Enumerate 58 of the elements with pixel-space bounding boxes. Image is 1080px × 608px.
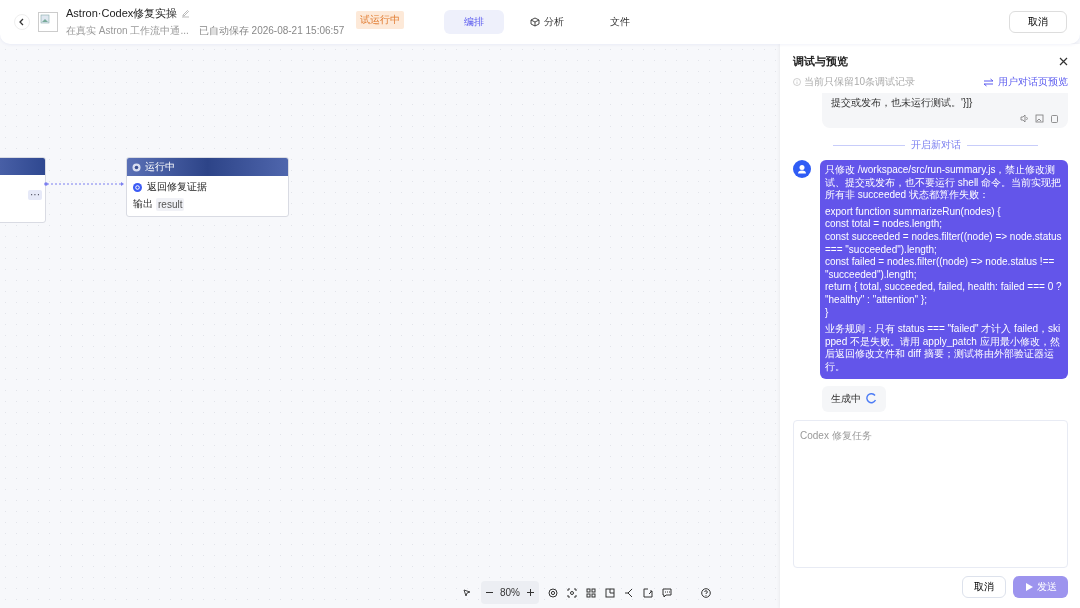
branch-icon[interactable] bbox=[624, 587, 634, 598]
output-tag: result bbox=[156, 197, 185, 211]
speaker-icon[interactable] bbox=[1020, 114, 1029, 123]
zoom-level: 80% bbox=[500, 587, 520, 598]
code-line: export function summarizeRun(nodes) { bbox=[825, 205, 1002, 219]
close-icon[interactable] bbox=[1059, 57, 1068, 66]
workflow-description: 在真实 Astron 工作流中通... bbox=[66, 24, 189, 38]
pointer-icon[interactable] bbox=[462, 587, 472, 598]
cube-icon bbox=[530, 17, 540, 27]
node-title: 返回修复证据 bbox=[147, 180, 207, 194]
code-line: const succeeded = nodes.filter((node) => node.status === "succeeded").length; bbox=[825, 230, 1063, 257]
back-button[interactable] bbox=[14, 14, 30, 30]
run-status-badge: 试运行中 bbox=[356, 11, 405, 29]
message-text: 只修改 /workspace/src/run-summary.js，禁止修改测试、提交或发布，也不要运行 shell 命令。当前实现把所有非 succeeded 状态都算作失败： bbox=[825, 164, 1063, 202]
target-icon[interactable] bbox=[548, 587, 558, 598]
code-line: return { total, succeeded, failed, health: failed === 0 ? "healthy" : "attention" }; bbox=[825, 281, 1063, 307]
message-text: 业务规则：只有 status === "failed" 才计入 failed，skipped 不是失败。请用 apply_patch 应用最小修改，然后返回修改文件和 diff 摘要；测试将由外部验证器运行。 bbox=[825, 323, 1062, 374]
workflow-node[interactable]: ··· bbox=[0, 157, 46, 223]
cancel-button[interactable]: 取消 bbox=[962, 576, 1006, 598]
output-label: 输出 bbox=[133, 197, 153, 211]
preview-link[interactable]: 用户对话页预览 bbox=[983, 75, 1068, 89]
tab[interactable]: 文件 bbox=[590, 10, 650, 34]
broken-image-icon bbox=[38, 12, 58, 32]
message-input[interactable]: Codex 修复任务 bbox=[793, 419, 1068, 568]
new-chat-divider[interactable]: 开启新对话 bbox=[910, 138, 961, 152]
node-icon bbox=[133, 182, 142, 192]
tab[interactable]: 编排 bbox=[444, 10, 504, 34]
comment-icon[interactable] bbox=[662, 587, 672, 598]
node-status: 运行中 bbox=[145, 160, 175, 174]
swap-icon bbox=[983, 77, 994, 87]
generating-text: 生成中 bbox=[831, 391, 861, 406]
export-icon[interactable] bbox=[643, 587, 653, 598]
zoom-in-button[interactable] bbox=[526, 588, 535, 597]
cancel-button[interactable]: 取消 bbox=[1009, 11, 1067, 33]
save-status: 已自动保存 2026-08-21 15:06:57 bbox=[198, 24, 345, 38]
message-text: 提交或发布，也未运行测试。'}]} bbox=[831, 96, 974, 110]
workflow-node[interactable]: 运行中 返回修复证据 输出 result bbox=[126, 157, 289, 217]
fit-view-icon[interactable] bbox=[567, 587, 577, 598]
more-button[interactable]: ··· bbox=[28, 190, 42, 200]
status-icon bbox=[132, 162, 141, 172]
workflow-title: Astron·Codex修复实操 bbox=[66, 6, 178, 21]
notice-text: 当前只保留10条调试记录 bbox=[804, 75, 916, 89]
avatar-icon bbox=[793, 160, 811, 178]
image-icon[interactable] bbox=[1035, 114, 1044, 123]
info-icon bbox=[793, 78, 801, 86]
plus-icon bbox=[526, 588, 535, 597]
spinner-icon bbox=[866, 393, 877, 404]
copy-icon[interactable] bbox=[1050, 114, 1059, 123]
panel-title: 调试与预览 bbox=[793, 54, 848, 69]
play-icon bbox=[1024, 583, 1033, 591]
code-line: } bbox=[825, 306, 830, 320]
help-icon[interactable] bbox=[701, 587, 711, 598]
back-icon bbox=[18, 18, 26, 26]
code-line: const failed = nodes.filter((node) => node.status !== "succeeded").length; bbox=[825, 256, 1056, 282]
grid-icon[interactable] bbox=[586, 587, 596, 598]
tab[interactable]: 分析 bbox=[510, 10, 584, 34]
code-line: const total = nodes.length; bbox=[825, 218, 944, 231]
note-icon[interactable] bbox=[605, 587, 615, 598]
